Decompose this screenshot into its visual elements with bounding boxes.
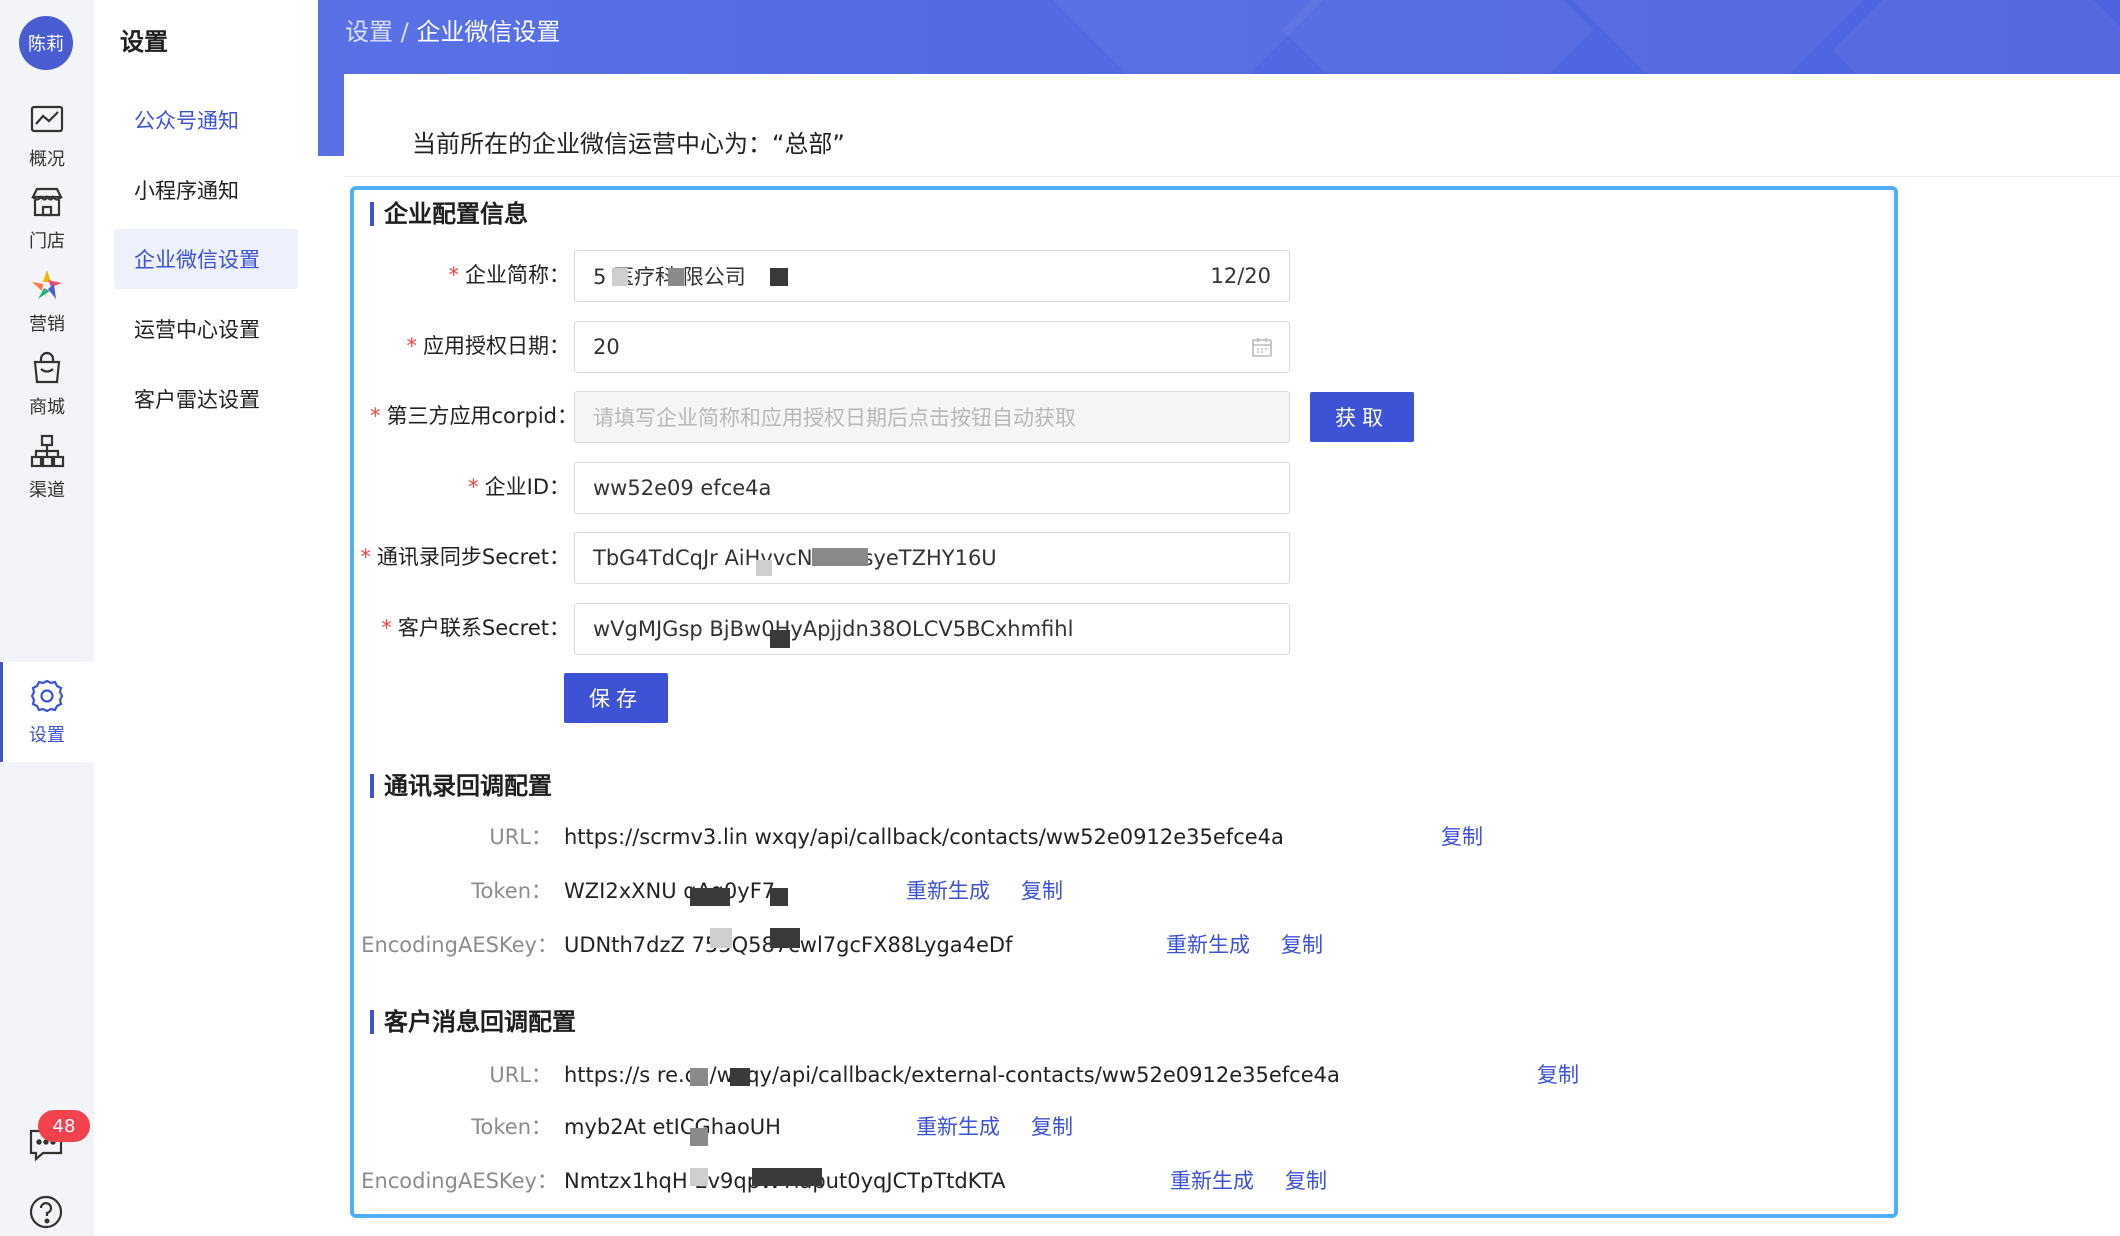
label-customer-secret: * 客户联系Secret： (381, 616, 570, 640)
redaction-mosaic (690, 888, 730, 906)
menu-item-mini-program-notice[interactable]: 小程序通知 (114, 160, 298, 220)
contacts-token-regenerate-link[interactable]: 重新生成 (906, 876, 990, 906)
customer-url-label: URL： (489, 1063, 552, 1087)
shopping-bag-icon (33, 351, 61, 384)
gear-icon (30, 679, 64, 713)
calendar-icon[interactable] (1251, 336, 1273, 358)
left-nav-rail: 陈莉 概况 门店 营销 商城 渠道 设置 48 (0, 0, 94, 1236)
section-title-config: 企业配置信息 (370, 199, 528, 229)
auth-date-input[interactable]: 20 (574, 321, 1290, 373)
redaction-mosaic (690, 1128, 708, 1146)
contacts-url-copy-link[interactable]: 复制 (1441, 822, 1483, 852)
corpid-input[interactable]: 请填写企业简称和应用授权日期后点击按钮自动获取 (574, 391, 1290, 443)
customer-url-value: https://s re.cn/wxqy/api/callback/extern… (564, 1063, 1340, 1087)
breadcrumb-current: 企业微信设置 (416, 18, 561, 46)
submenu-title: 设置 (120, 28, 168, 56)
redaction-mosaic (752, 1168, 822, 1186)
label-short-name: * 企业简称： (448, 263, 571, 287)
redaction-mosaic (710, 928, 732, 948)
settings-submenu: 设置 公众号通知 小程序通知 企业微信设置 运营中心设置 客户雷达设置 (94, 0, 388, 1236)
customer-secret-input[interactable]: wVgMJGsp BjBw0HyApjjdn38OLCV5BCxhmfihl (574, 603, 1290, 655)
redaction-mosaic (690, 1068, 708, 1086)
redaction-mosaic (770, 928, 800, 948)
redaction-mosaic (730, 1068, 750, 1086)
customer-url-copy-link[interactable]: 复制 (1537, 1060, 1579, 1090)
section-title-customer-callback: 客户消息回调配置 (370, 1007, 576, 1037)
save-button[interactable]: 保存 (564, 673, 668, 723)
contacts-token-value: WZI2xXNU qAq0yF7 (564, 879, 776, 903)
store-icon (31, 187, 63, 217)
redaction-mosaic (690, 1168, 708, 1186)
redaction-mosaic (770, 268, 788, 286)
help-icon[interactable] (28, 1194, 64, 1230)
redaction-mosaic (612, 268, 628, 286)
redaction-mosaic (770, 888, 788, 906)
rail-item-channel[interactable]: 渠道 (0, 417, 94, 517)
message-count-badge: 48 (38, 1110, 90, 1142)
label-corp-id: * 企业ID： (468, 475, 570, 499)
customer-token-value: myb2At etICGhaoUH (564, 1115, 781, 1139)
contacts-aes-label: EncodingAESKey： (361, 933, 558, 957)
char-count: 12/20 (1210, 264, 1271, 288)
contacts-aes-regenerate-link[interactable]: 重新生成 (1166, 930, 1250, 960)
chart-icon (30, 105, 64, 133)
contacts-url-value: https://scrmv3.lin wxqy/api/callback/con… (564, 825, 1284, 849)
rail-label: 商城 (29, 397, 65, 418)
rail-label: 设置 (29, 725, 65, 746)
avatar[interactable]: 陈莉 (19, 16, 73, 70)
customer-aes-label: EncodingAESKey： (361, 1169, 558, 1193)
customer-token-label: Token： (471, 1115, 552, 1139)
channel-icon (30, 434, 65, 468)
customer-aes-regenerate-link[interactable]: 重新生成 (1170, 1166, 1254, 1196)
label-contacts-secret: * 通讯录同步Secret： (360, 545, 570, 569)
redaction-mosaic (770, 630, 790, 648)
label-corpid: * 第三方应用corpid： (369, 404, 578, 428)
divider (344, 176, 2120, 177)
rail-label: 渠道 (29, 480, 65, 501)
rail-item-settings[interactable]: 设置 (0, 662, 94, 762)
marketing-icon (32, 270, 62, 299)
rail-label: 门店 (29, 231, 65, 252)
redaction-mosaic (830, 548, 868, 566)
menu-item-official-account-notice[interactable]: 公众号通知 (114, 90, 298, 150)
contacts-url-label: URL： (489, 825, 552, 849)
menu-item-operation-center-settings[interactable]: 运营中心设置 (114, 299, 298, 359)
redaction-mosaic (668, 268, 684, 286)
menu-item-customer-radar-settings[interactable]: 客户雷达设置 (114, 369, 298, 429)
breadcrumb: 设置 / 企业微信设置 (345, 12, 560, 47)
customer-token-regenerate-link[interactable]: 重新生成 (916, 1112, 1000, 1142)
contacts-token-copy-link[interactable]: 复制 (1021, 876, 1063, 906)
rail-label: 营销 (29, 314, 65, 335)
corp-id-input[interactable]: ww52e09 efce4a (574, 462, 1290, 514)
menu-item-wecom-settings[interactable]: 企业微信设置 (114, 229, 298, 289)
customer-aes-copy-link[interactable]: 复制 (1285, 1166, 1327, 1196)
contacts-aes-copy-link[interactable]: 复制 (1281, 930, 1323, 960)
section-title-contacts-callback: 通讯录回调配置 (370, 771, 552, 801)
redaction-mosaic (756, 560, 772, 576)
fetch-corpid-button[interactable]: 获取 (1310, 392, 1414, 442)
contacts-secret-input[interactable]: TbG4TdCqJr AiHvvcN-RZ5syeTZHY16U (574, 532, 1290, 584)
contacts-token-label: Token： (471, 879, 552, 903)
current-operation-center: 当前所在的企业微信运营中心为：“总部” (412, 130, 845, 158)
breadcrumb-separator: / (393, 18, 417, 46)
breadcrumb-parent[interactable]: 设置 (345, 18, 393, 46)
customer-token-copy-link[interactable]: 复制 (1031, 1112, 1073, 1142)
label-auth-date: * 应用授权日期： (406, 334, 571, 358)
